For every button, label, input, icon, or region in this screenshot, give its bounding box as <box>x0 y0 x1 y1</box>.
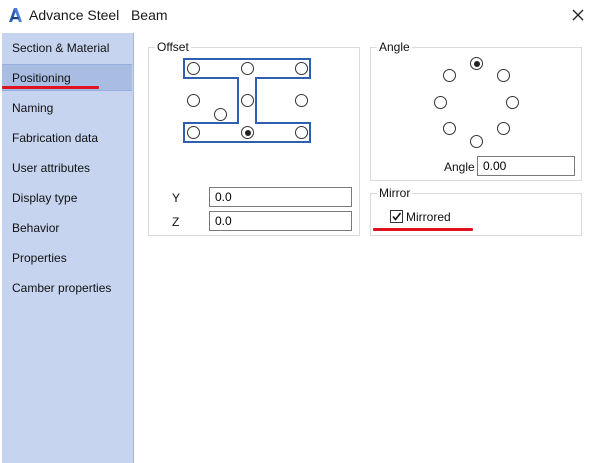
mirror-legend: Mirror <box>377 186 413 200</box>
angle-point-top-right[interactable] <box>497 69 510 82</box>
angle-point-bottom-right[interactable] <box>497 122 510 135</box>
window-title: Advance Steel Beam <box>29 7 168 23</box>
sidebar-item-properties[interactable]: Properties <box>2 245 132 272</box>
angle-legend: Angle <box>377 40 412 54</box>
offset-z-input[interactable] <box>209 211 352 231</box>
offset-point-bottom-left[interactable] <box>187 126 200 139</box>
sidebar: Section & Material Positioning Naming Fa… <box>2 33 134 463</box>
mirrored-label[interactable]: Mirrored <box>406 210 451 224</box>
red-annotation-underline-mirrored <box>373 228 473 231</box>
offset-point-bottom-right[interactable] <box>295 126 308 139</box>
red-annotation-underline-positioning <box>2 86 99 89</box>
offset-y-label: Y <box>172 191 181 205</box>
angle-label: Angle <box>444 160 475 174</box>
offset-point-middle-center[interactable] <box>241 94 254 107</box>
mirrored-checkbox[interactable] <box>390 210 403 223</box>
offset-group: Offset Y Z <box>148 40 360 236</box>
offset-point-top-center[interactable] <box>241 62 254 75</box>
offset-point-bottom-center[interactable] <box>241 126 254 139</box>
angle-group: Angle Angle <box>370 40 582 181</box>
angle-point-top[interactable] <box>470 57 483 70</box>
close-button[interactable] <box>564 3 592 27</box>
offset-legend: Offset <box>155 40 191 54</box>
offset-y-input[interactable] <box>209 187 352 207</box>
sidebar-item-user-attributes[interactable]: User attributes <box>2 155 132 182</box>
checkmark-icon <box>392 212 402 221</box>
dialog-window: Advance Steel Beam Section & Material Po… <box>0 0 596 463</box>
angle-point-bottom-left[interactable] <box>443 122 456 135</box>
offset-point-center-of-gravity[interactable] <box>214 108 227 121</box>
offset-z-label: Z <box>172 215 180 229</box>
angle-point-right[interactable] <box>506 96 519 109</box>
sidebar-item-display-type[interactable]: Display type <box>2 185 132 212</box>
autodesk-logo-icon <box>9 8 22 22</box>
sidebar-item-camber-properties[interactable]: Camber properties <box>2 275 132 302</box>
angle-point-bottom[interactable] <box>470 135 483 148</box>
offset-point-middle-left[interactable] <box>187 94 200 107</box>
close-icon <box>572 9 584 21</box>
angle-point-left[interactable] <box>434 96 447 109</box>
sidebar-item-naming[interactable]: Naming <box>2 95 132 122</box>
sidebar-item-behavior[interactable]: Behavior <box>2 215 132 242</box>
title-bar: Advance Steel Beam <box>0 0 596 30</box>
sidebar-item-fabrication-data[interactable]: Fabrication data <box>2 125 132 152</box>
sidebar-item-section-material[interactable]: Section & Material <box>2 35 132 62</box>
angle-point-top-left[interactable] <box>443 69 456 82</box>
offset-point-middle-right[interactable] <box>295 94 308 107</box>
offset-point-top-right[interactable] <box>295 62 308 75</box>
offset-point-top-left[interactable] <box>187 62 200 75</box>
angle-input[interactable] <box>477 156 575 176</box>
